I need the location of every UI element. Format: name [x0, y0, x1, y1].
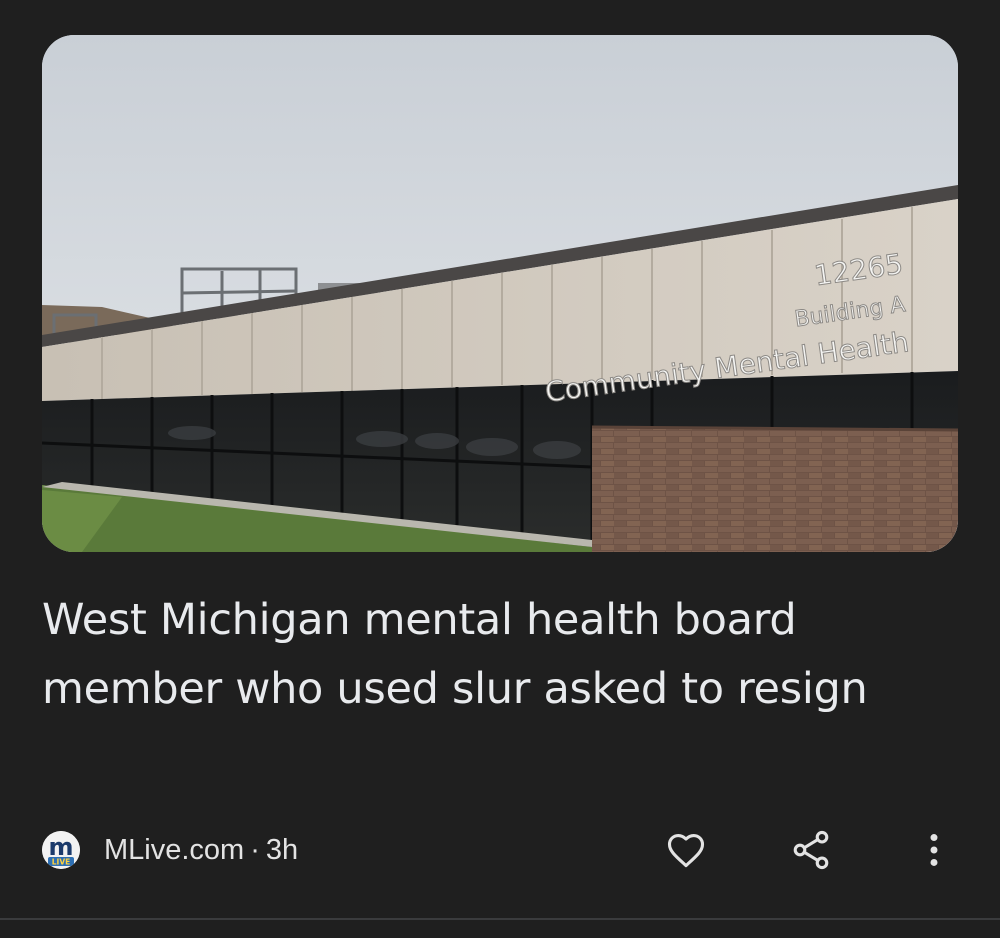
meta-separator: ·: [250, 834, 260, 866]
article-image[interactable]: 12265 Building A Community Mental Health: [42, 35, 958, 552]
share-button[interactable]: [781, 820, 841, 880]
source-meta: MLive.com · 3h: [104, 832, 298, 868]
card-divider: [0, 918, 1000, 920]
heart-outline-icon: [667, 833, 705, 868]
article-age: 3h: [265, 834, 299, 866]
source-logo: m LIVE: [42, 831, 80, 869]
building-photo: 12265 Building A Community Mental Health: [42, 35, 958, 552]
more-options-button[interactable]: [904, 820, 964, 880]
news-card[interactable]: 12265 Building A Community Mental Health…: [0, 0, 1000, 938]
more-vert-icon: [930, 834, 938, 866]
article-headline[interactable]: West Michigan mental health board member…: [42, 586, 942, 724]
article-footer: m LIVE MLive.com · 3h: [0, 820, 1000, 880]
source-name[interactable]: MLive.com: [104, 834, 244, 866]
share-icon: [793, 830, 829, 870]
source-logo-subtext: LIVE: [52, 858, 71, 867]
like-button[interactable]: [656, 820, 716, 880]
